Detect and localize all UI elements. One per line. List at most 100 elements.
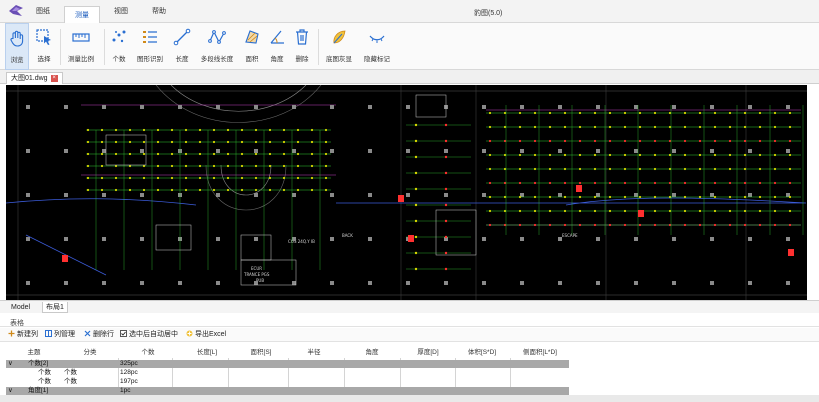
light-fixture-marker (683, 195, 687, 199)
light-fixture-marker (593, 209, 597, 213)
count-tool-button[interactable]: 个数 (107, 23, 131, 70)
menu-tab-view[interactable]: 视图 (108, 7, 134, 23)
column-header-volume[interactable]: 体积[S*D] (462, 347, 502, 358)
structural-column (178, 281, 182, 285)
column-header-side-area[interactable]: 侧面积[L*D] (515, 347, 565, 358)
menu-tab-measure[interactable]: 测量 (64, 6, 100, 23)
light-fixture-marker (414, 155, 418, 159)
cad-drawing-canvas[interactable]: ECUR TRANCE PGS PUB COS 24Q.Y IB BACK ES… (6, 85, 807, 300)
shape-recognition-icon (143, 31, 157, 43)
column-header-area[interactable]: 面积[S] (244, 347, 278, 358)
delete-tool-button[interactable]: 删除 (290, 23, 314, 70)
hide-marks-tool-button[interactable]: 隐藏标记 (360, 23, 394, 70)
angle-tool-button[interactable]: 角度 (265, 23, 289, 70)
table-panel-header: 表格 (0, 315, 819, 327)
row-count: 197pc (120, 378, 138, 385)
table-row-group[interactable]: ∨ 角度[1] 1pc (6, 387, 569, 395)
light-fixture-marker (533, 167, 537, 171)
hide-marks-icon (369, 35, 385, 43)
structural-column (482, 193, 486, 197)
select-tool-button[interactable]: 选择 (32, 23, 56, 70)
document-tab[interactable]: 大图01.dwg × (6, 72, 63, 84)
light-fixture-marker (142, 188, 146, 192)
light-fixture-marker (608, 181, 612, 185)
structural-column (292, 281, 296, 285)
light-fixture-marker (282, 140, 286, 144)
light-fixture-marker (653, 223, 657, 227)
column-header-angle[interactable]: 角度 (360, 347, 384, 358)
light-fixture-marker (608, 223, 612, 227)
shape-recognition-tool-button[interactable]: 图形识别 (133, 23, 167, 70)
delete-row-button[interactable]: 删除行 (84, 330, 114, 340)
light-fixture-marker (668, 111, 672, 115)
light-fixture-marker (184, 164, 188, 168)
structural-column (292, 149, 296, 153)
light-fixture-marker (668, 223, 672, 227)
menu-tab-help[interactable]: 帮助 (146, 7, 172, 23)
structural-column (102, 193, 106, 197)
light-fixture-marker (638, 181, 642, 185)
light-fixture-marker (773, 125, 777, 129)
delete-tool-label: 删除 (295, 56, 309, 63)
browse-tool-button[interactable]: 浏览 (5, 23, 29, 70)
new-column-button[interactable]: 新建列 (8, 330, 38, 340)
structural-column (330, 149, 334, 153)
area-tool-button[interactable]: 面积 (240, 23, 264, 70)
table-row-group[interactable]: ∨ 个数[2] 325pc (6, 360, 569, 368)
length-tool-button[interactable]: 长度 (170, 23, 194, 70)
room-outline (155, 224, 192, 251)
structural-column (786, 237, 790, 241)
light-fixture-marker (444, 123, 448, 127)
light-fixture-marker (444, 187, 448, 191)
structural-column (558, 281, 562, 285)
light-fixture-marker (324, 164, 328, 168)
light-fixture-marker (414, 203, 418, 207)
column-manage-button[interactable]: 列管理 (45, 330, 75, 340)
column-header-radius[interactable]: 半径 (302, 347, 326, 358)
column-header-subject[interactable]: 主题 (22, 347, 46, 358)
document-tab-bar: 大图01.dwg × (0, 70, 819, 84)
light-fixture-marker (488, 209, 492, 213)
light-fixture-marker (653, 195, 657, 199)
expand-chevron-icon[interactable]: ∨ (8, 387, 13, 395)
menu-tab-drawing[interactable]: 图纸 (30, 7, 56, 23)
light-fixture-marker (444, 219, 448, 223)
light-fixture-marker (198, 140, 202, 144)
export-excel-button[interactable]: 导出Excel (186, 330, 226, 340)
light-fixture-marker (728, 125, 732, 129)
equipment-block (398, 195, 404, 202)
light-fixture-marker (268, 128, 272, 132)
expand-chevron-icon[interactable]: ∨ (8, 360, 13, 368)
light-fixture-marker (668, 167, 672, 171)
column-header-thickness[interactable]: 厚度[D] (411, 347, 445, 358)
structural-column (558, 193, 562, 197)
light-fixture-marker (653, 153, 657, 157)
layout-tab-model[interactable]: Model (8, 302, 33, 313)
table-row[interactable]: 个数 个数 197pc (6, 378, 569, 386)
light-fixture-marker (788, 223, 792, 227)
column-header-length[interactable]: 长度[L] (190, 347, 224, 358)
table-row[interactable]: 个数 个数 128pc (6, 369, 569, 377)
light-fixture-marker (240, 164, 244, 168)
structural-column (596, 193, 600, 197)
auto-center-checkbox[interactable]: 选中后自动居中 (120, 330, 178, 340)
light-fixture-marker (212, 140, 216, 144)
light-fixture-marker (100, 152, 104, 156)
light-fixture-marker (728, 209, 732, 213)
measure-scale-tool-button[interactable]: 测量比例 (63, 23, 99, 70)
column-header-count[interactable]: 个数 (136, 347, 160, 358)
close-icon[interactable]: × (50, 74, 58, 82)
gray-basemap-tool-button[interactable]: 底图灰显 (322, 23, 356, 70)
column-header-category[interactable]: 分类 (78, 347, 102, 358)
light-fixture-marker (310, 140, 314, 144)
horizontal-scrollbar[interactable] (0, 395, 819, 402)
layout-tab-layout1[interactable]: 布局1 (42, 302, 68, 313)
equipment-block (788, 249, 794, 256)
light-fixture-marker (698, 139, 702, 143)
structural-column (634, 105, 638, 109)
select-tool-label: 选择 (37, 56, 51, 63)
light-fixture-marker (86, 128, 90, 132)
structural-column (482, 237, 486, 241)
polyline-length-tool-button[interactable]: 多段线长度 (197, 23, 237, 70)
light-fixture-marker (743, 167, 747, 171)
